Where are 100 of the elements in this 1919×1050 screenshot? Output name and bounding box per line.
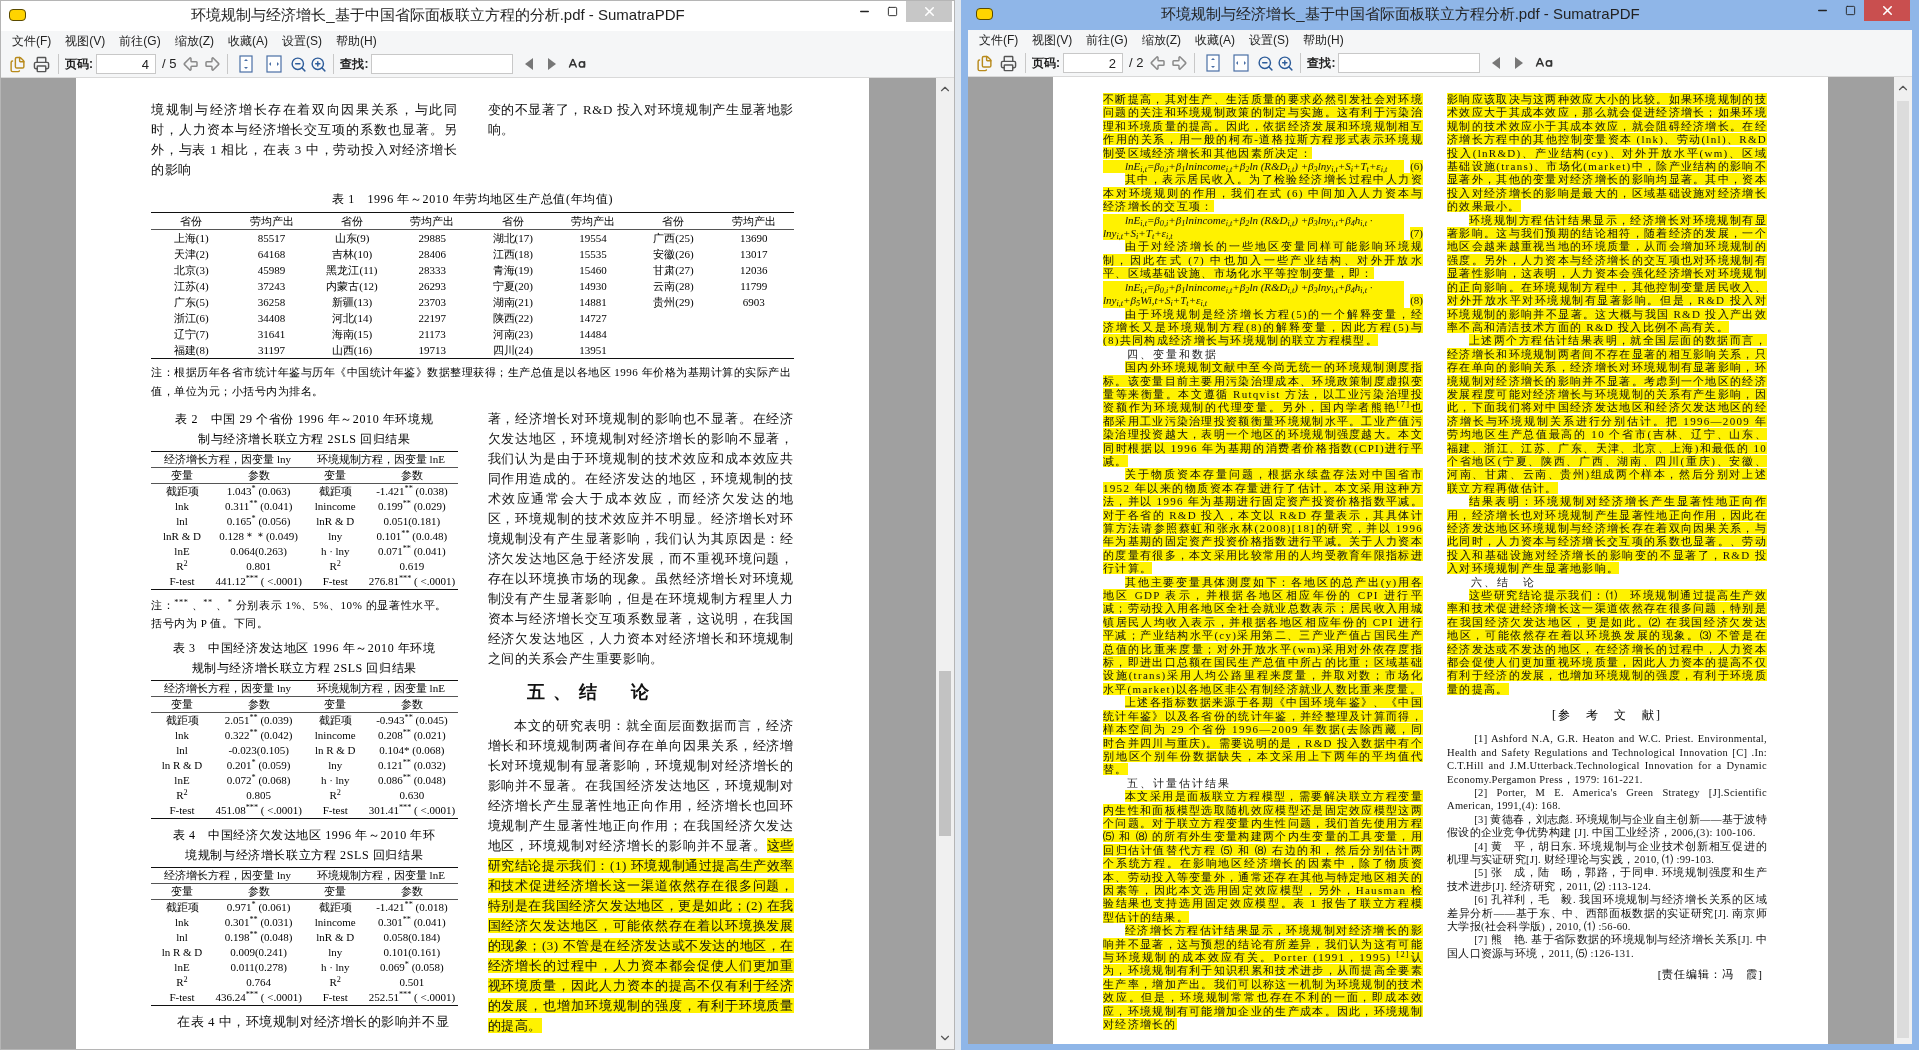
back-arrow-icon[interactable] (1149, 54, 1168, 72)
printer-icon[interactable] (998, 54, 1019, 72)
column-header: 省份 (500, 214, 525, 229)
table-cell-text: 14930 (578, 279, 608, 294)
scrollbar[interactable] (1894, 77, 1912, 1044)
table-cell-text: lnl (175, 930, 189, 945)
table-cell-text: R$^{2}$ (175, 559, 189, 574)
table-cell-text: 0.121$^{**}$ (0.032) (376, 758, 447, 773)
table-cell-text: 21173 (417, 327, 447, 342)
find-field[interactable] (371, 54, 514, 74)
table-cell-text: 江苏(4) (172, 279, 210, 294)
table-cell-text: 23703 (417, 295, 448, 310)
menu-item[interactable]: 前往(G) (1079, 31, 1135, 49)
back-arrow-icon[interactable] (182, 55, 201, 73)
paragraph: 这些研究结论提示我们：⑴ 环境规制通过提高生产效率和技术促进经济增长这一渠道依然存在很多问题，特别是在我国经济欠发达地区，更是如此。⑵ 在我国经济欠发达地区，可能依然存在着以环境换发展的现象。⑶ 不管是在经济发达或不发达的地区，在经济增长的过程中，人力资本都会促使人们更加重视环境质量，因此人力资本的提高不仅有利于经济的发展，也增加环境规制的强度，有利于环境质量的提高。 (1447, 589, 1767, 697)
next-triangle-icon[interactable] (547, 57, 558, 71)
maximize-icon[interactable] (1844, 4, 1856, 16)
table-cell-text: h · lny (319, 773, 351, 788)
paragraph: 其他主要变量具体测度如下：各地区的总产出(y)用各地区 GDP 表示，并根据各地区相应年份的 CPI 进行平减；劳动投入用各地区全社会就业总数表示；居民收入用城镇居民人均收入表示，并根据各地区相应年份的 CPI 进行平减；产业结构水平(cy)采用第二、三产业产值占国民生产总值的比重来度量；对外开放水平(wm)采用对外依存度指标，即进出口总额在国民生产总值中所占的比重；区域基础设施(trans)采用人均公路里程来度量，并取对数；市场化水平(market)以各地区非公有制经济就业人数比重来度量。 (1103, 575, 1423, 697)
table-cell-text: 0.009(0.241) (229, 945, 289, 960)
table-cell-text: lnR & D (315, 930, 356, 945)
zoom-out-icon[interactable] (290, 55, 308, 73)
forward-arrow-icon[interactable] (203, 55, 222, 73)
table-cell-text: 19713 (417, 343, 448, 358)
previous-triangle-icon[interactable] (524, 57, 535, 71)
table-cell-text: 0.064(0.263) (229, 544, 289, 559)
table-cell-text: 0.165$^{*}$ (0.056) (225, 514, 292, 529)
table-cell-text: 山西(16) (330, 343, 374, 358)
fit-page-icon[interactable] (1205, 54, 1222, 72)
menu-item[interactable]: 帮助(H) (329, 32, 384, 50)
page-count: / 2 (1128, 54, 1145, 73)
files-icon[interactable] (974, 54, 995, 72)
menu-item[interactable]: 视图(V) (58, 32, 113, 50)
paragraph: 本文的研究表明：就全面层面数据而言，经济增长和环境规制两者间存在单向因果关系，经济增长对环境规制有显著影响，环境规制对经济增长的影响并不显著。在我国经济发达地区，环境规制对经济增长产生显著性地正向作用，经济增长也回环境规制产生显著性地正向作用；在我国经济欠发达地区，环境规制对经济增长的影响并不显著。这些研究结论提示我们：(1) 环境规制通过提高生产效率和技术促进经济增长这一渠道依然存在很多问题，特别是在我国经济欠发达地区，更是如此；(2) 在我国经济欠发达地区，可能依然存在着以环境换发展的现象；(3) 不管是在经济发达或不发达的地区，在经济增长的过程中，人力资本都会促使人们更加重视环境质量，因此人力资本的提高不仅有利于经济的发展，也增加环境规制的强度，有利于环境质量的提高。 (487, 717, 794, 1035)
table-cell-text: 0.805 (245, 788, 272, 803)
table-cell-text: 0.086$^{**}$ (0.048) (376, 773, 447, 788)
table-cell-text: 14484 (578, 327, 608, 342)
menu-item[interactable]: 前往(G) (112, 32, 168, 50)
column-header: 变量 (170, 697, 194, 712)
table-note: 注：根据历年各省市统计年鉴与历年《中国统计年鉴》数据整理获得；生产总值是以各地区 1996 年价格为基期计算的实际产出值，单位为元；小括号内为排名。 (151, 365, 792, 399)
table-cell-text: F-test (168, 990, 196, 1005)
maximize-icon[interactable] (886, 5, 898, 17)
table-cell-text: 6903 (741, 295, 766, 310)
equation-number: (8) (1410, 294, 1423, 308)
table-cell-text: 0.051(0.181) (382, 514, 442, 529)
table-cell-text: 河南(23) (491, 327, 534, 342)
scrollbar[interactable] (936, 78, 954, 1049)
table-cell-text: F-test (321, 574, 349, 589)
fit-width-icon[interactable] (1232, 54, 1251, 72)
table-cell-text: 安徽(26) (652, 247, 695, 262)
section-heading: 五、计量估计结果 (1126, 776, 1233, 790)
reference-entry: [4] 黄 平，胡日东. 环境规制与企业技术创新相互促进的机理与实证研究[J]. 财经理论与实践，2010, ⑴ :99-103. (1447, 839, 1767, 867)
table-cell-text: -1.421$^{**}$ (0.038) (375, 484, 449, 499)
table-cell-text: F-test (321, 990, 349, 1005)
zoom-in-icon[interactable] (1277, 54, 1295, 72)
zoom-in-icon[interactable] (310, 55, 328, 73)
menu-item[interactable]: 设置(S) (275, 32, 329, 50)
column-header: 变量 (170, 468, 194, 483)
menu-item[interactable]: 文件(F) (972, 31, 1026, 49)
menu-item[interactable]: 帮助(H) (1296, 31, 1351, 49)
column-group-header: 经济增长方程，因变量 lny (163, 681, 293, 696)
menu-item[interactable]: 收藏(A) (1188, 31, 1242, 49)
fit-width-icon[interactable] (265, 55, 284, 73)
table-cell-text: lnR & D (162, 529, 202, 544)
zoom-out-icon[interactable] (1257, 54, 1275, 72)
table-cell-text: 252.51$^{***}$ ( <.0001) (367, 990, 457, 1005)
table-cell-text: 0.201$^{*}$ (0.059) (225, 758, 292, 773)
table-cell-text: 15535 (578, 247, 608, 262)
table-cell-text: ln R & D (160, 945, 204, 960)
menu-item[interactable]: 缩放(Z) (167, 32, 221, 50)
files-icon[interactable] (7, 55, 28, 73)
equation-formula: lnE$_{i,t}$=β$_{0,i}$+β$_{1}$lnincome$_{i,t}$+β$_{2}$ln (R&D$_{i,t}$) +β$_{3}$lny$_{i,t}$+β$_{4}$h$_{i,t}$ · lny$_{i,t}$+β$_{5}$Wi,t+S$_{i}$+T$_{t}$+ε$_{i,t}$ (1103, 280, 1405, 308)
menu-item[interactable]: 文件(F) (5, 32, 59, 50)
table-caption: 表 4 中国经济欠发达地区 1996 年～2010 年环境规制与经济增长联立方程 2SLS 回归结果 (171, 827, 437, 864)
page-number-field[interactable]: 4 (96, 54, 156, 74)
fit-page-icon[interactable] (238, 55, 255, 73)
column-header: 省份 (339, 214, 364, 229)
find-label: 查找: (340, 56, 369, 73)
scrollbar-thumb[interactable] (939, 671, 951, 836)
close-button[interactable] (1864, 0, 1910, 21)
previous-triangle-icon[interactable] (1491, 56, 1502, 70)
window-title: 环境规制与经济增长_基于中国省际面板联立方程的分析.pdf - SumatraPDF (190, 5, 686, 25)
column-header: 参数 (399, 697, 424, 712)
paragraph: 关于物质资本存量问题，根据永续盘存法对中国省市 1952 年以来的物质资本存量进行了估计。本文采用这种方法，并以 1996 年为基期进行固定资产投资价格指数平减。对于各省的 R&D 投入，本文以 R&D 存量表示，其具体计算方法请参照蔡虹和张永林(2008)[18]的研究，并以 1996 年为基期的固定资产投资价格指数进行平减。关于人力资本的度量有很多，本文采用比较常用的人均受教育年限指标进行计算。 (1103, 468, 1423, 576)
table-cell-text: 截距项 (317, 484, 353, 499)
table-cell-text: 广西(25) (652, 231, 695, 246)
next-triangle-icon[interactable] (1514, 56, 1525, 70)
menu-item[interactable]: 设置(S) (1242, 31, 1296, 49)
find-field[interactable] (1338, 53, 1481, 73)
paragraph: 国内外环境规制文献中至今尚无统一的环境规制测度指标。该变量目前主要用污染治理成本、环境政策制度虚拟变量等来衡量。本文遵循 Rutqvist 方法，以工业污染治理投资额作为环境规制的代理变量。另外，国内学者熊艳$^{[7]}$也都采用工业污染治理投资额衡量环境规制水平。工业产值污染治理投资越大，表明一个地区的环境规制强度越大。本文同时根据以 1996 年为基期的消费者价格指数(CPI)进行平减。 (1103, 361, 1423, 469)
menu-item[interactable]: 视图(V) (1025, 31, 1080, 49)
table-note: 注：$^{***}$ 、$^{**}$ 、$^{*}$ 分别表示 1%、5%、10% 的显著性水平。括号内为 P 值。下同。 (151, 596, 449, 631)
page-number-field[interactable]: 2 (1063, 53, 1123, 73)
column-header: 劳均产出 (409, 214, 456, 229)
printer-icon[interactable] (31, 55, 52, 73)
menu-item[interactable]: 收藏(A) (221, 32, 275, 50)
forward-arrow-icon[interactable] (1170, 54, 1189, 72)
menu-item[interactable]: 缩放(Z) (1134, 31, 1188, 49)
equation-formula: lnE$_{i,t}$=β$_{0,i}$+β$_{1}$lnincome$_{i,t}$+β$_{2}$ln (R&D$_{i,t}$) +β$_{3}$lny$_{i,t}$+S$_{i}$+T$_{t}$+ε$_{i,t}$ (1103, 160, 1405, 174)
table-cell-text: 新疆(13) (330, 295, 374, 310)
